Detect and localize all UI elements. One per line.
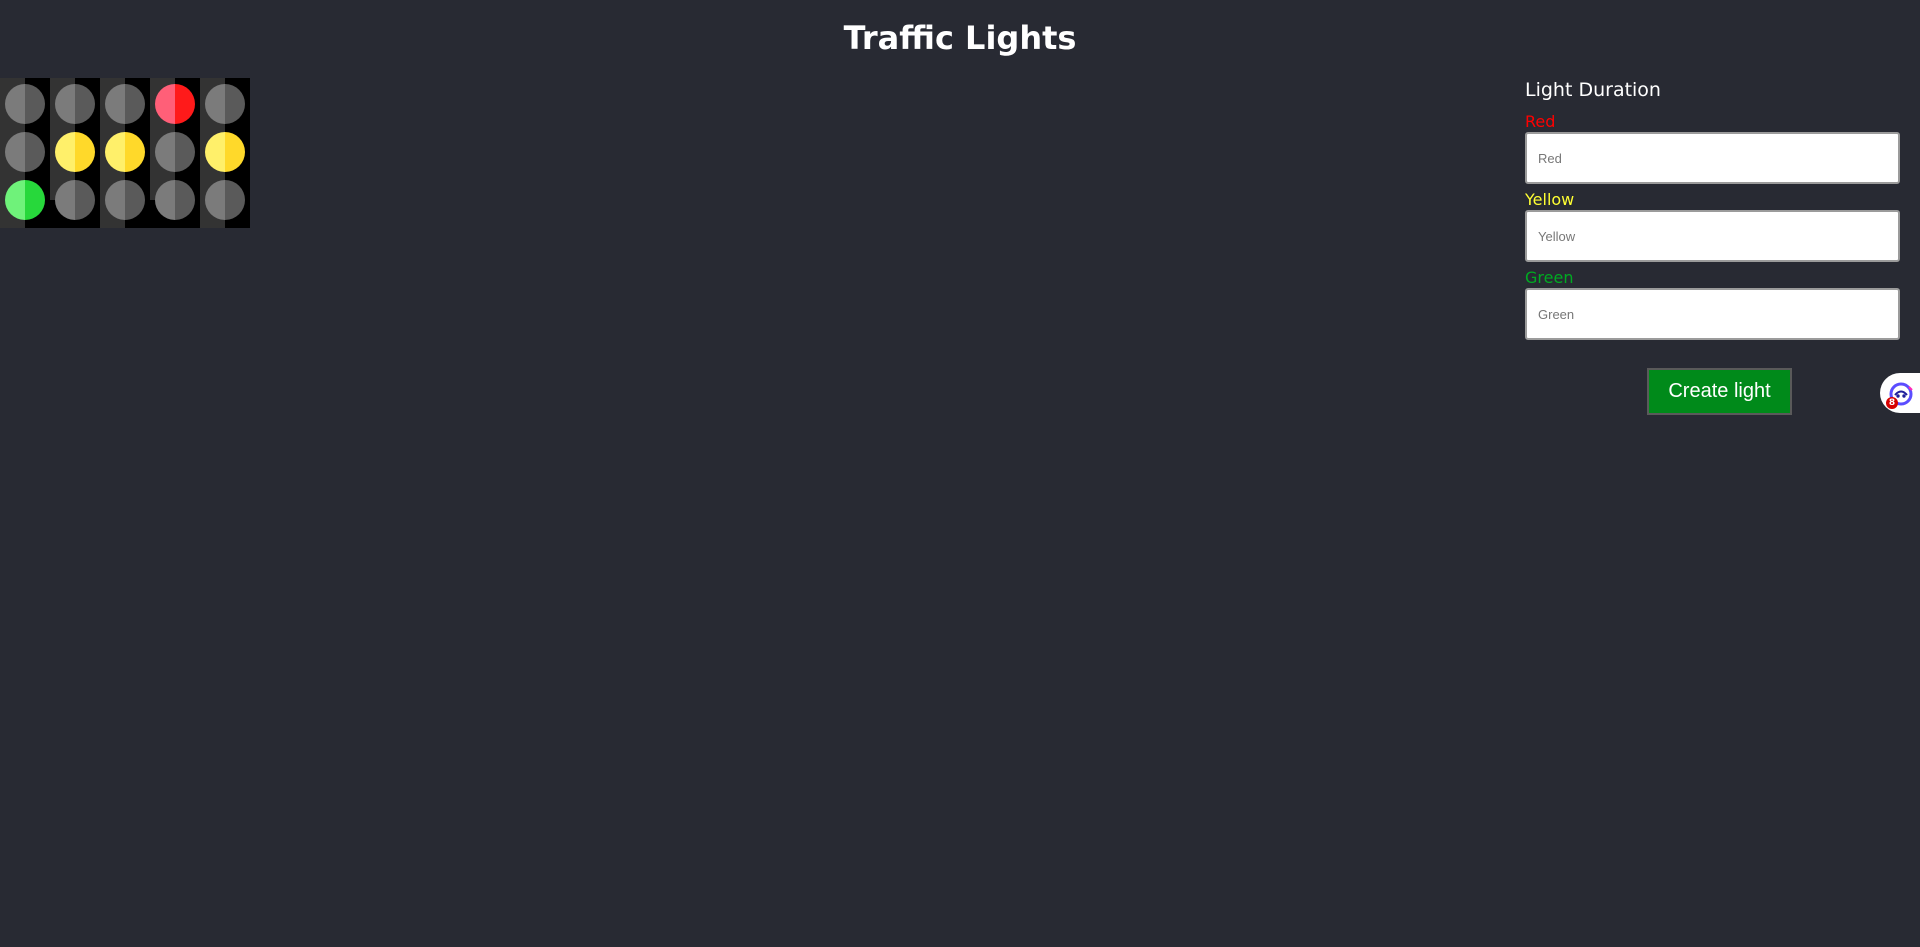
green-bulb (105, 180, 145, 220)
green-label: Green (1525, 268, 1574, 287)
yellow-bulb (55, 132, 95, 172)
yellow-field-group: Yellow (1525, 190, 1900, 262)
yellow-bulb (155, 132, 195, 172)
green-bulb (155, 180, 195, 220)
red-bulb (55, 84, 95, 124)
green-field-group: Green (1525, 268, 1900, 340)
red-duration-input[interactable] (1525, 132, 1900, 184)
extension-count-badge: 8 (1886, 397, 1898, 409)
red-label: Red (1525, 112, 1556, 131)
green-bulb (205, 180, 245, 220)
page-title: Traffic Lights (843, 19, 1077, 57)
traffic-lights-area (0, 78, 250, 228)
green-bulb (55, 180, 95, 220)
traffic-light-4 (150, 78, 200, 220)
red-field-group: Red (1525, 112, 1900, 184)
red-bulb (155, 84, 195, 124)
yellow-bulb (105, 132, 145, 172)
traffic-light-2 (50, 78, 100, 220)
traffic-light-3 (100, 78, 150, 228)
red-bulb (5, 84, 45, 124)
green-bulb (5, 180, 45, 220)
yellow-bulb (5, 132, 45, 172)
yellow-label: Yellow (1525, 190, 1575, 209)
traffic-light-5 (200, 78, 250, 228)
traffic-light-1 (0, 78, 50, 228)
light-duration-panel: Light Duration Red Yellow Green (1525, 78, 1900, 340)
green-duration-input[interactable] (1525, 288, 1900, 340)
extension-widget[interactable]: 8 (1880, 373, 1920, 413)
yellow-duration-input[interactable] (1525, 210, 1900, 262)
yellow-bulb (205, 132, 245, 172)
red-bulb (105, 84, 145, 124)
create-light-button[interactable]: Create light (1647, 368, 1792, 415)
light-duration-title: Light Duration (1525, 79, 1661, 101)
red-bulb (205, 84, 245, 124)
